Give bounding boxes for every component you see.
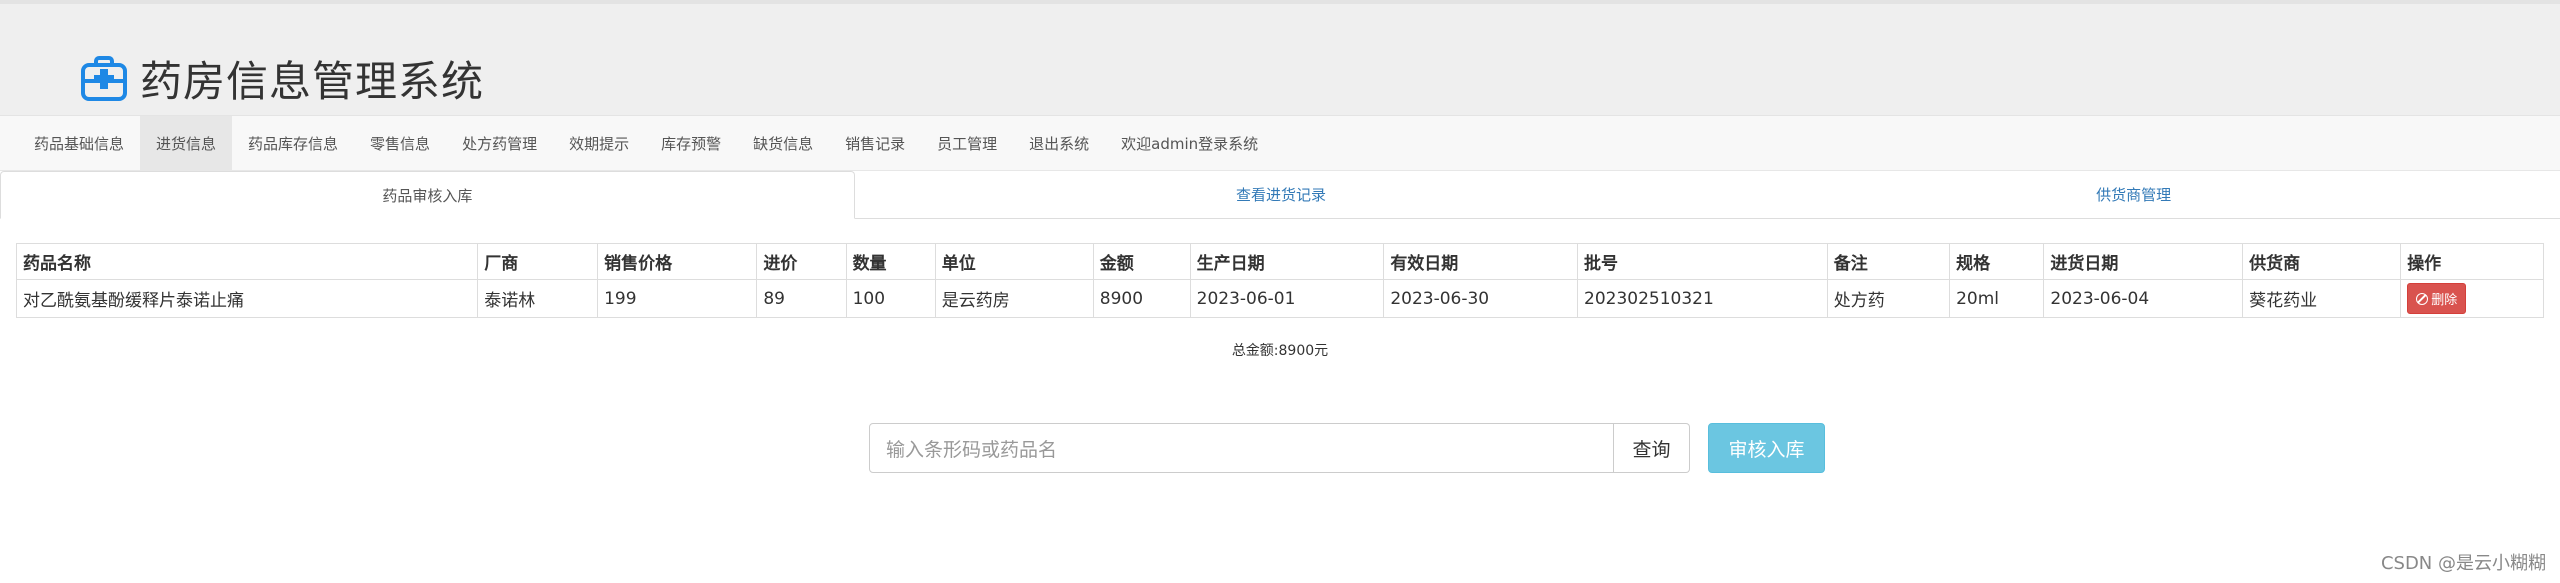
app-title: 药房信息管理系统 (140, 57, 485, 106)
table-cell: 202302510321 (1577, 279, 1828, 318)
column-header: 供货商 (2242, 243, 2402, 280)
nav-item[interactable]: 销售记录 (829, 116, 921, 170)
medical-kit-icon (81, 55, 127, 101)
table-cell: 2023-06-30 (1383, 279, 1578, 318)
purchase-table: 药品名称 厂商 销售价格 进价 数量 单位 金额 生产日期 有效日期 批号 备注 规格 进货日期 供货商操… (15, 243, 2544, 318)
nav-item[interactable]: 药品基础信息 (18, 116, 140, 170)
table-cell: 泰诺林 (477, 279, 599, 318)
table-cell: 89 (756, 279, 847, 318)
column-header: 操作 (2400, 243, 2544, 280)
column-header: 单位 (934, 243, 1094, 280)
action-cell: 删除 (2400, 279, 2544, 318)
delete-label: 删除 (2431, 293, 2458, 308)
nav-item[interactable]: 处方药管理 (446, 116, 553, 170)
table-cell: 对乙酰氨基酚缓释片泰诺止痛 (15, 279, 479, 318)
total-amount: 总金额:8900元 (1231, 343, 1329, 359)
column-header: 厂商 (477, 243, 599, 280)
nav-item[interactable]: 欢迎admin登录系统 (1105, 116, 1274, 170)
audit-stock-in-button[interactable]: 审核入库 (1708, 423, 1825, 473)
brand: 药房信息管理系统 (80, 48, 484, 109)
table-row: 对乙酰氨基酚缓释片泰诺止痛 泰诺林 199 89 100 是云药房 8900 2023-06-… (15, 279, 2544, 318)
header: 药房信息管理系统 (0, 4, 2560, 115)
tab-supplier-management[interactable]: 供货商管理 (1707, 171, 2560, 218)
nav-item[interactable]: 退出系统 (1013, 116, 1105, 170)
nav-item[interactable]: 零售信息 (354, 116, 446, 170)
nav-item[interactable]: 缺货信息 (737, 116, 829, 170)
table-cell: 葵花药业 (2242, 279, 2402, 318)
column-header: 金额 (1092, 243, 1191, 280)
column-header: 生产日期 (1189, 243, 1385, 280)
column-header: 药品名称 (15, 243, 479, 280)
table-container: 药品名称 厂商 销售价格 进价 数量 单位 金额 生产日期 有效日期 批号 备注 规格 进货日期 供货商操… (0, 219, 2560, 360)
nav-item[interactable]: 效期提示 (553, 116, 645, 170)
column-header: 进价 (756, 243, 847, 280)
nav-item[interactable]: 药品库存信息 (232, 116, 354, 170)
column-header: 备注 (1826, 243, 1951, 280)
search-bar: 输入条形码或药品名 查询 审核入库 (869, 423, 1825, 473)
table-cell: 100 (845, 279, 936, 318)
table-cell: 2023-06-01 (1189, 279, 1385, 318)
ban-icon (2416, 292, 2429, 305)
column-header: 批号 (1577, 243, 1828, 280)
tab-audit-stock-in[interactable]: 药品审核入库 (0, 171, 855, 219)
table-cell: 是云药房 (934, 279, 1094, 318)
column-header: 进货日期 (2043, 243, 2244, 280)
table-cell: 20ml (1949, 279, 2045, 318)
column-header: 有效日期 (1383, 243, 1578, 280)
main-nav: 药品基础信息 进货信息 药品库存信息 零售信息 处方药管理 效期提示 库存预警 缺货信息 销售记… (0, 115, 2560, 171)
nav-item[interactable]: 员工管理 (921, 116, 1013, 170)
table-cell: 2023-06-04 (2043, 279, 2244, 318)
nav-item[interactable]: 进货信息 (140, 116, 233, 170)
query-button[interactable]: 查询 (1614, 423, 1690, 473)
sub-tabs: 药品审核入库 查看进货记录 供货商管理 (0, 171, 2560, 219)
column-header: 数量 (845, 243, 936, 280)
column-header: 销售价格 (597, 243, 758, 280)
tab-purchase-records[interactable]: 查看进货记录 (855, 171, 1708, 218)
column-header: 规格 (1949, 243, 2045, 280)
search-input[interactable]: 输入条形码或药品名 (869, 423, 1614, 473)
delete-button[interactable]: 删除 (2407, 283, 2467, 314)
table-cell: 处方药 (1826, 279, 1951, 318)
table-cell: 8900 (1092, 279, 1191, 318)
nav-item[interactable]: 库存预警 (645, 116, 737, 170)
table-cell: 199 (597, 279, 758, 318)
watermark: CSDN @是云小糊糊 (2380, 553, 2546, 574)
table-header-row: 药品名称 厂商 销售价格 进价 数量 单位 金额 生产日期 有效日期 批号 备注 规格 进货日期 供货商操… (15, 243, 2544, 280)
